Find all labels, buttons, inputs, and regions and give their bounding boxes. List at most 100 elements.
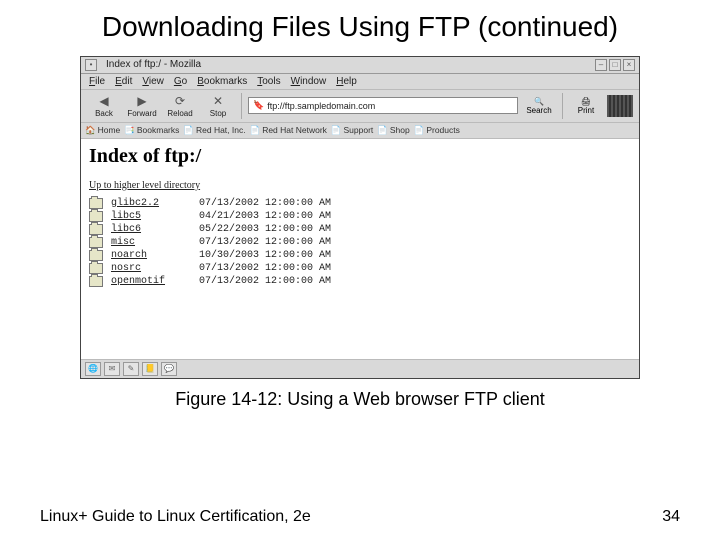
menu-bookmarks[interactable]: Bookmarks (197, 76, 247, 87)
folder-icon (89, 263, 103, 274)
print-label: Print (578, 106, 594, 115)
dir-date: 07/13/2002 12:00:00 AM (199, 198, 331, 209)
stop-label: Stop (210, 109, 226, 118)
window-menu-icon[interactable]: • (85, 59, 97, 71)
titlebar: • Index of ftp:/ - Mozilla – □ × (81, 57, 639, 74)
menu-help[interactable]: Help (336, 76, 357, 87)
mail-component-icon[interactable]: ✉ (104, 362, 120, 376)
stop-icon: ✕ (209, 93, 227, 109)
page-number: 34 (662, 508, 680, 526)
list-item[interactable]: noarch 10/30/2003 12:00:00 AM (89, 249, 631, 262)
toolbar-separator-2 (562, 93, 563, 119)
composer-component-icon[interactable]: ✎ (123, 362, 139, 376)
minimize-icon[interactable]: – (595, 59, 607, 71)
list-item[interactable]: openmotif 07/13/2002 12:00:00 AM (89, 275, 631, 288)
bookmark-page-icon[interactable]: 🔖 (253, 100, 264, 111)
dir-name: misc (111, 237, 191, 248)
reload-label: Reload (167, 109, 192, 118)
throbber-icon (607, 95, 633, 117)
slide-title: Downloading Files Using FTP (continued) (40, 10, 680, 44)
list-item[interactable]: misc 07/13/2002 12:00:00 AM (89, 236, 631, 249)
url-field[interactable]: 🔖 ftp://ftp.sampledomain.com (248, 97, 518, 114)
dir-date: 07/13/2002 12:00:00 AM (199, 276, 331, 287)
forward-icon: ▶ (133, 93, 151, 109)
footer-source: Linux+ Guide to Linux Certification, 2e (40, 508, 311, 526)
search-label: Search (526, 106, 551, 115)
statusbar: 🌐 ✉ ✎ 📒 💬 (81, 359, 639, 378)
forward-button[interactable]: ▶ Forward (125, 93, 159, 118)
up-directory-link[interactable]: Up to higher level directory (89, 180, 631, 191)
list-item[interactable]: glibc2.2 07/13/2002 12:00:00 AM (89, 197, 631, 210)
folder-icon (89, 276, 103, 287)
bookmarks-button[interactable]: 📑 Bookmarks (124, 125, 179, 136)
menu-window[interactable]: Window (291, 76, 327, 87)
dir-name: libc6 (111, 224, 191, 235)
shop-link[interactable]: 📄 Shop (377, 125, 409, 136)
reload-icon: ⟳ (171, 93, 189, 109)
toolbar-separator (241, 93, 242, 119)
dir-date: 07/13/2002 12:00:00 AM (199, 237, 331, 248)
folder-icon (89, 211, 103, 222)
dir-name: libc5 (111, 211, 191, 222)
irc-component-icon[interactable]: 💬 (161, 362, 177, 376)
toolbar: ◀ Back ▶ Forward ⟳ Reload ✕ Stop 🔖 ftp:/… (81, 90, 639, 123)
pb-rh-label: Red Hat, Inc. (196, 125, 246, 135)
nav-component-icon[interactable]: 🌐 (85, 362, 101, 376)
search-button[interactable]: 🔍 Search (522, 97, 556, 115)
figure-caption: Figure 14-12: Using a Web browser FTP cl… (40, 389, 680, 410)
back-icon: ◀ (95, 93, 113, 109)
directory-listing: glibc2.2 07/13/2002 12:00:00 AM libc5 04/2… (89, 197, 631, 288)
maximize-icon[interactable]: □ (609, 59, 621, 71)
dir-date: 04/21/2003 12:00:00 AM (199, 211, 331, 222)
support-link[interactable]: 📄 Support (331, 125, 373, 136)
back-label: Back (95, 109, 113, 118)
menubar: File Edit View Go Bookmarks Tools Window… (81, 74, 639, 90)
pb-support-label: Support (344, 125, 374, 135)
menu-view[interactable]: View (142, 76, 164, 87)
slide-footer: Linux+ Guide to Linux Certification, 2e … (40, 508, 680, 526)
dir-name: glibc2.2 (111, 198, 191, 209)
dir-name: noarch (111, 250, 191, 261)
url-text: ftp://ftp.sampledomain.com (267, 101, 375, 111)
menu-go[interactable]: Go (174, 76, 187, 87)
dir-name: nosrc (111, 263, 191, 274)
menu-tools[interactable]: Tools (257, 76, 280, 87)
personal-toolbar: 🏠 Home 📑 Bookmarks 📄 Red Hat, Inc. 📄 Red… (81, 123, 639, 139)
pb-products-label: Products (426, 125, 460, 135)
close-icon[interactable]: × (623, 59, 635, 71)
reload-button[interactable]: ⟳ Reload (163, 93, 197, 118)
dir-name: openmotif (111, 276, 191, 287)
folder-icon (89, 198, 103, 209)
dir-date: 05/22/2003 12:00:00 AM (199, 224, 331, 235)
page-heading: Index of ftp:/ (89, 145, 631, 168)
pb-shop-label: Shop (390, 125, 410, 135)
window-title: Index of ftp:/ - Mozilla (100, 59, 592, 70)
folder-icon (89, 224, 103, 235)
home-button[interactable]: 🏠 Home (85, 125, 120, 136)
rhn-link[interactable]: 📄 Red Hat Network (250, 125, 327, 136)
search-icon: 🔍 (534, 97, 544, 106)
list-item[interactable]: libc5 04/21/2003 12:00:00 AM (89, 210, 631, 223)
dir-date: 10/30/2003 12:00:00 AM (199, 250, 331, 261)
status-spacer (180, 362, 635, 376)
list-item[interactable]: libc6 05/22/2003 12:00:00 AM (89, 223, 631, 236)
products-link[interactable]: 📄 Products (414, 125, 460, 136)
pb-rhn-label: Red Hat Network (262, 125, 327, 135)
folder-icon (89, 237, 103, 248)
menu-edit[interactable]: Edit (115, 76, 132, 87)
print-icon: 🖨 (581, 97, 591, 106)
addressbook-component-icon[interactable]: 📒 (142, 362, 158, 376)
folder-icon (89, 250, 103, 261)
print-button[interactable]: 🖨 Print (569, 97, 603, 115)
browser-window: • Index of ftp:/ - Mozilla – □ × File Ed… (80, 56, 640, 379)
forward-label: Forward (127, 109, 156, 118)
redhat-link[interactable]: 📄 Red Hat, Inc. (183, 125, 245, 136)
content-area[interactable]: Index of ftp:/ Up to higher level direct… (81, 139, 639, 359)
stop-button[interactable]: ✕ Stop (201, 93, 235, 118)
dir-date: 07/13/2002 12:00:00 AM (199, 263, 331, 274)
menu-file[interactable]: File (89, 76, 105, 87)
back-button[interactable]: ◀ Back (87, 93, 121, 118)
pb-bookmarks-label: Bookmarks (137, 125, 180, 135)
pb-home-label: Home (98, 125, 121, 135)
list-item[interactable]: nosrc 07/13/2002 12:00:00 AM (89, 262, 631, 275)
